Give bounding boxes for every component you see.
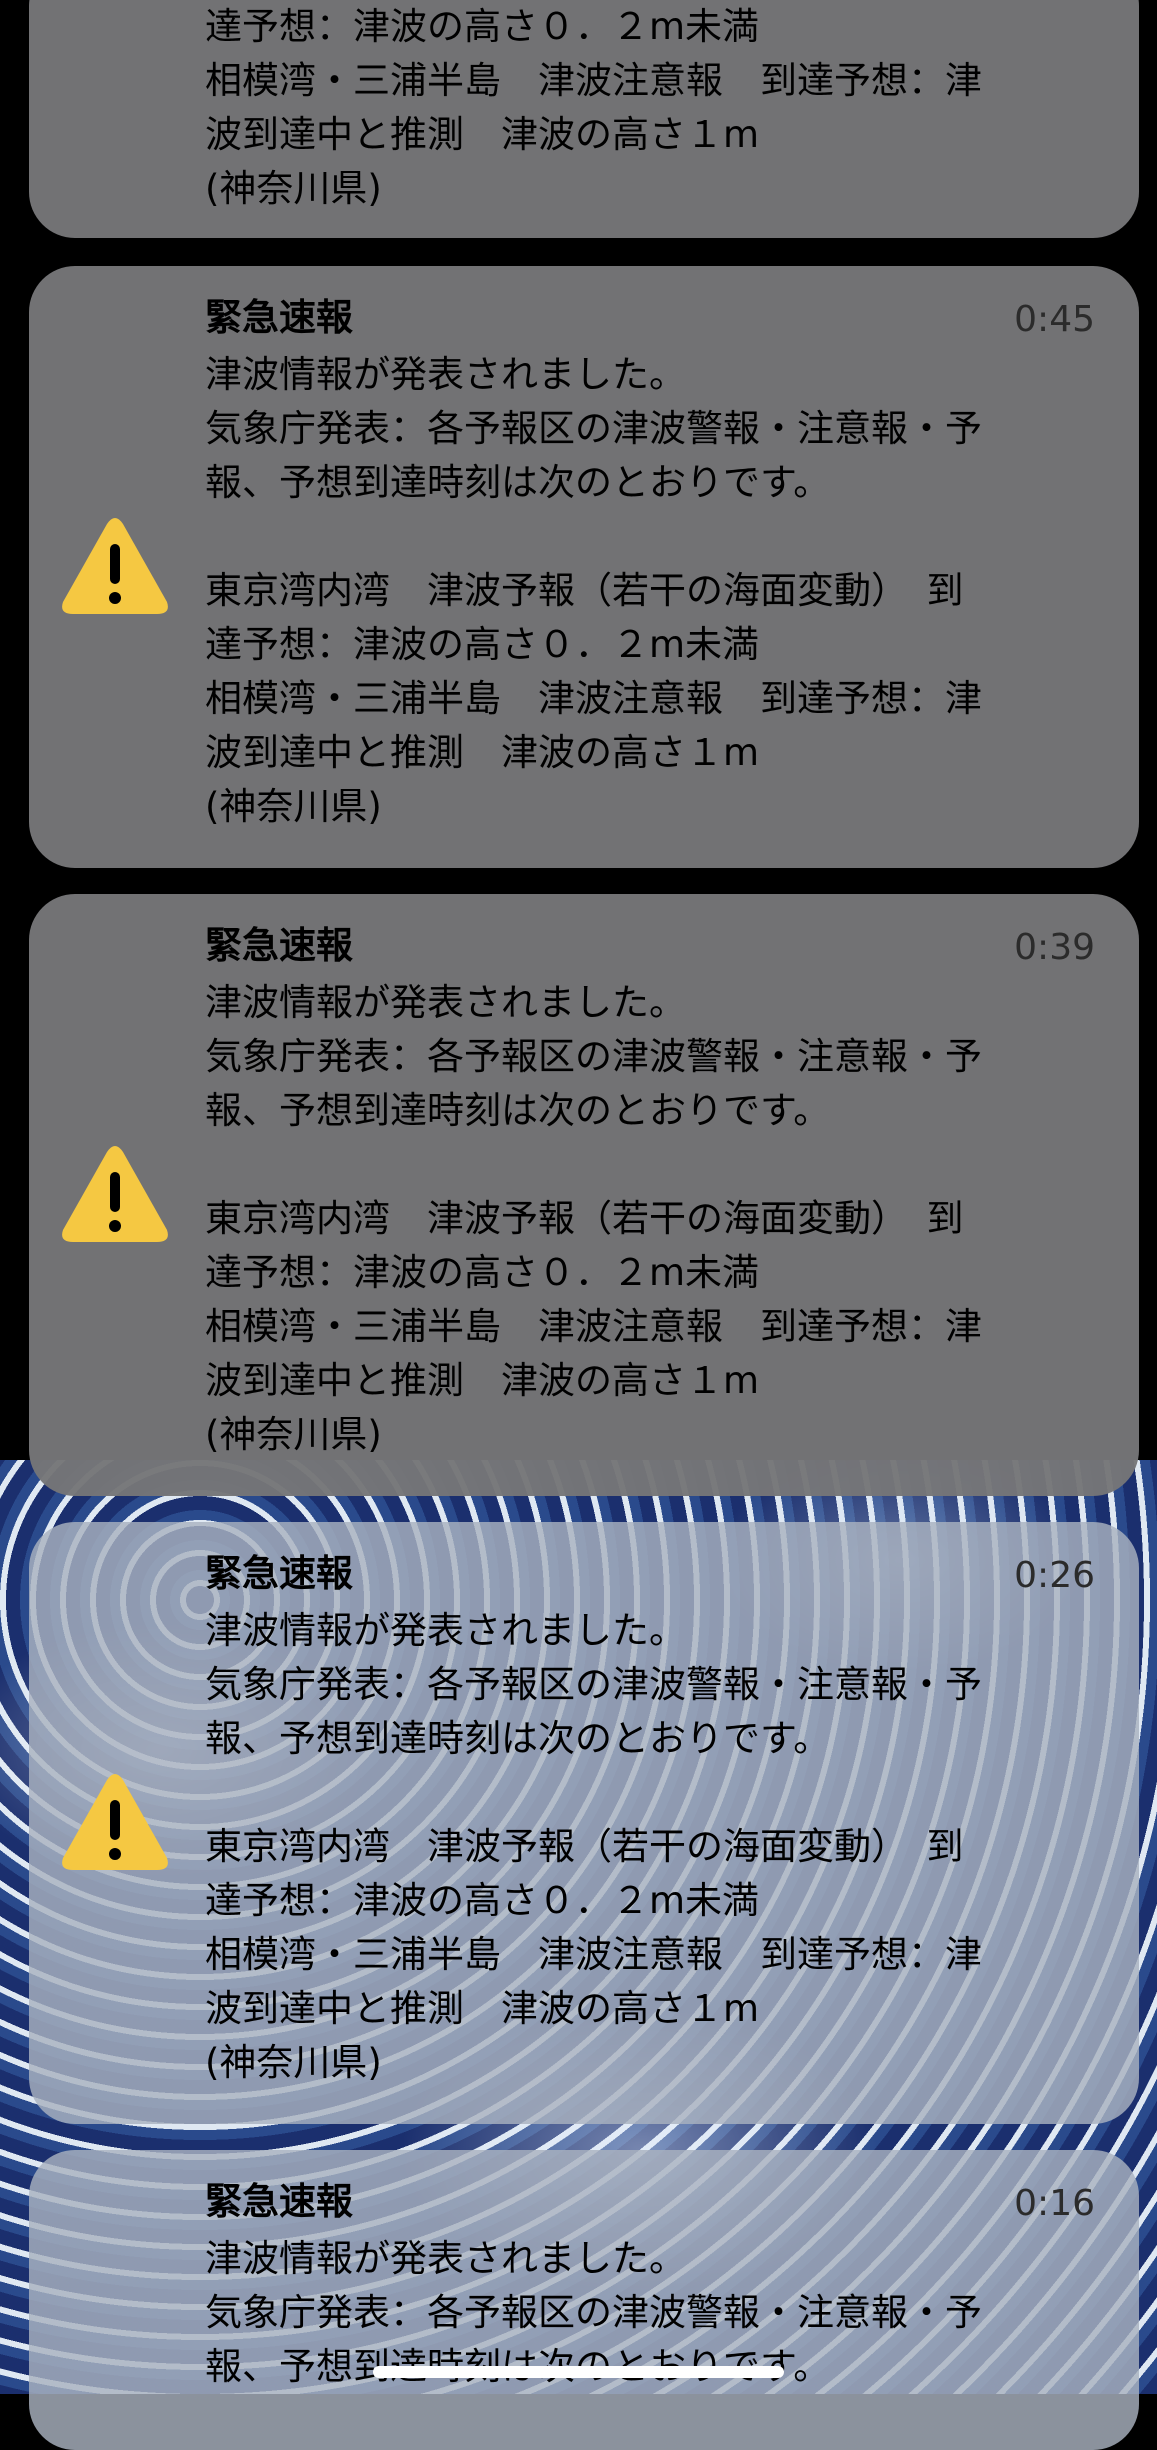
notification-card-partial[interactable]: 達予想：津波の高さ０．２m未満 相模湾・三浦半島 津波注意報 到達予想：津 波到…: [29, 0, 1139, 238]
body-line: 波到達中と推測 津波の高さ１m: [205, 1987, 760, 2030]
body-line: (神奈川県): [205, 167, 382, 210]
notification-card[interactable]: 緊急速報 0:26 津波情報が発表されました。 気象庁発表：各予報区の津波警報・…: [29, 1522, 1139, 2124]
body-line: 報、予想到達時刻は次のとおりです。: [205, 1089, 831, 1132]
body-line: 津波情報が発表されました。: [205, 2237, 686, 2280]
notification-time: 0:45: [1014, 299, 1095, 340]
notification-body: 津波情報が発表されました。 気象庁発表：各予報区の津波警報・注意報・予 報、予想…: [205, 976, 1125, 1462]
body-line: 気象庁発表：各予報区の津波警報・注意報・予: [205, 1663, 982, 1706]
notification-title: 緊急速報: [205, 2180, 353, 2223]
body-line: 波到達中と推測 津波の高さ１m: [205, 731, 760, 774]
body-line: 気象庁発表：各予報区の津波警報・注意報・予: [205, 407, 982, 450]
body-line: 報、予想到達時刻は次のとおりです。: [205, 461, 831, 504]
body-line: 東京湾内湾 津波予報（若干の海面変動） 到: [205, 569, 964, 612]
notification-title: 緊急速報: [205, 1552, 353, 1595]
body-line: 気象庁発表：各予報区の津波警報・注意報・予: [205, 2291, 982, 2334]
body-line: 達予想：津波の高さ０．２m未満: [205, 1879, 760, 1922]
notification-card[interactable]: 緊急速報 0:16 津波情報が発表されました。 気象庁発表：各予報区の津波警報・…: [29, 2150, 1139, 2450]
body-line: 達予想：津波の高さ０．２m未満: [205, 5, 760, 48]
notification-card[interactable]: 緊急速報 0:45 津波情報が発表されました。 気象庁発表：各予報区の津波警報・…: [29, 266, 1139, 868]
warning-triangle-icon: [62, 518, 168, 614]
body-line: (神奈川県): [205, 2041, 382, 2084]
body-line: 東京湾内湾 津波予報（若干の海面変動） 到: [205, 1197, 964, 1240]
body-line: 気象庁発表：各予報区の津波警報・注意報・予: [205, 1035, 982, 1078]
notification-title: 緊急速報: [205, 296, 353, 339]
notification-card[interactable]: 緊急速報 0:39 津波情報が発表されました。 気象庁発表：各予報区の津波警報・…: [29, 894, 1139, 1496]
body-line: 達予想：津波の高さ０．２m未満: [205, 623, 760, 666]
body-line: 津波情報が発表されました。: [205, 1609, 686, 1652]
body-line: 相模湾・三浦半島 津波注意報 到達予想：津: [205, 59, 982, 102]
body-line: 相模湾・三浦半島 津波注意報 到達予想：津: [205, 677, 982, 720]
notification-body: 津波情報が発表されました。 気象庁発表：各予報区の津波警報・注意報・予 報、予想…: [205, 348, 1125, 834]
body-line: (神奈川県): [205, 1413, 382, 1456]
body-line: 達予想：津波の高さ０．２m未満: [205, 1251, 760, 1294]
body-line: 波到達中と推測 津波の高さ１m: [205, 113, 760, 156]
warning-triangle-icon: [62, 1774, 168, 1870]
warning-triangle-icon: [62, 1146, 168, 1242]
notification-time: 0:26: [1014, 1555, 1095, 1596]
home-indicator[interactable]: [373, 2366, 784, 2378]
body-line: 津波情報が発表されました。: [205, 353, 686, 396]
body-line: 報、予想到達時刻は次のとおりです。: [205, 1717, 831, 1760]
notification-time: 0:39: [1014, 927, 1095, 968]
notification-time: 0:16: [1014, 2183, 1095, 2224]
body-line: 相模湾・三浦半島 津波注意報 到達予想：津: [205, 1933, 982, 1976]
notification-body: 津波情報が発表されました。 気象庁発表：各予報区の津波警報・注意報・予 報、予想…: [205, 1604, 1125, 2090]
notification-body: 達予想：津波の高さ０．２m未満 相模湾・三浦半島 津波注意報 到達予想：津 波到…: [205, 0, 1125, 216]
body-line: 東京湾内湾 津波予報（若干の海面変動） 到: [205, 1825, 964, 1868]
body-line: 津波情報が発表されました。: [205, 981, 686, 1024]
body-line: 波到達中と推測 津波の高さ１m: [205, 1359, 760, 1402]
notification-title: 緊急速報: [205, 924, 353, 967]
body-line: (神奈川県): [205, 785, 382, 828]
body-line: 相模湾・三浦半島 津波注意報 到達予想：津: [205, 1305, 982, 1348]
